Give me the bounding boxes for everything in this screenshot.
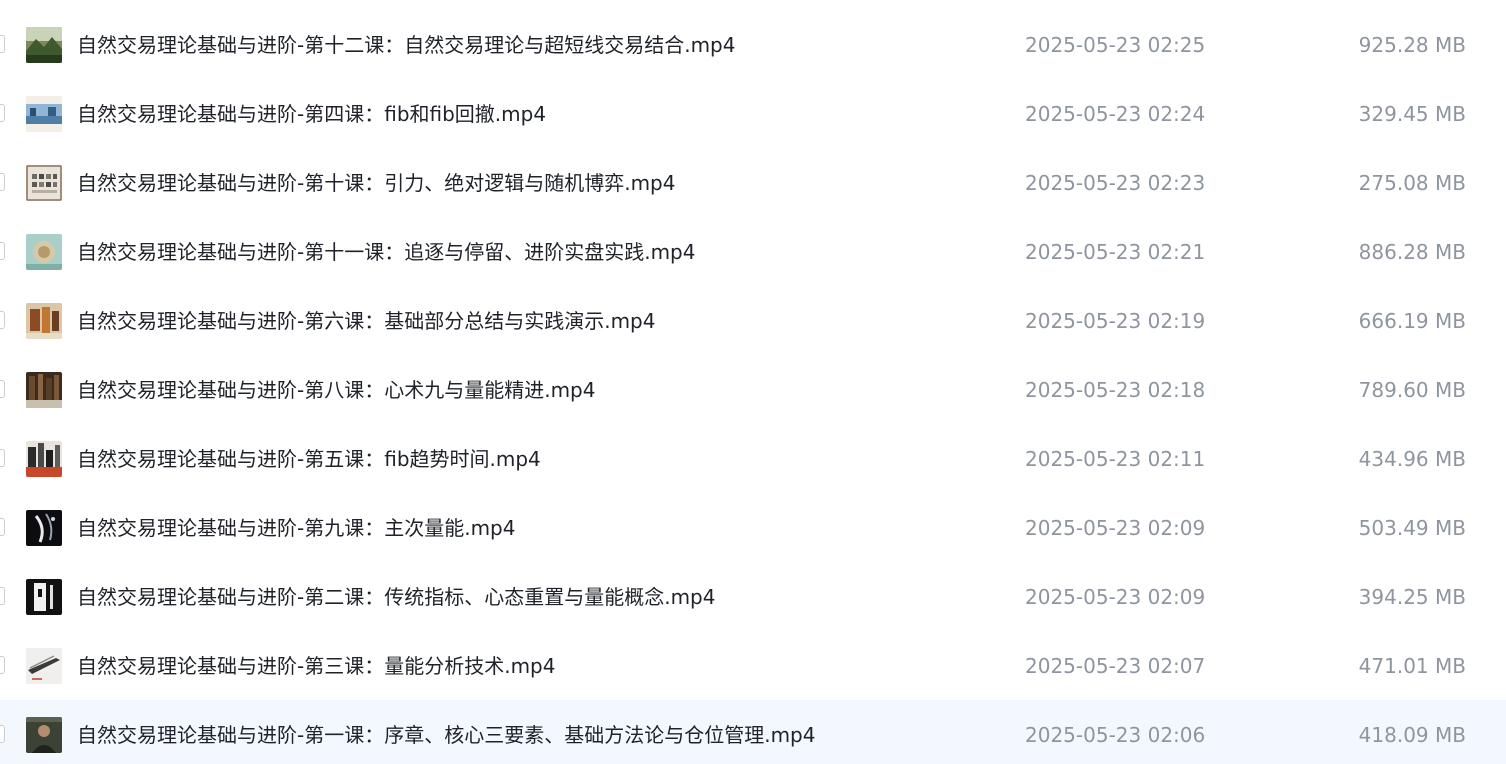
file-name[interactable]: 自然交易理论基础与进阶-第十二课：自然交易理论与超短线交易结合.mp4 [77,32,735,58]
file-row[interactable]: 自然交易理论基础与进阶-第二课：传统指标、心态重置与量能概念.mp4 2025-… [0,562,1506,631]
file-date: 2025-05-23 02:19 [1025,309,1206,333]
thumbnail-teal-icon [26,234,62,270]
file-name[interactable]: 自然交易理论基础与进阶-第九课：主次量能.mp4 [77,515,515,541]
file-row[interactable]: 自然交易理论基础与进阶-第六课：基础部分总结与实践演示.mp4 2025-05-… [0,286,1506,355]
file-size: 789.60 MB [1358,378,1466,402]
file-date: 2025-05-23 02:23 [1025,171,1206,195]
thumbnail-portrait-icon [26,717,62,753]
thumbnail-landscape-icon [26,27,62,63]
file-size: 925.28 MB [1358,33,1466,57]
file-date: 2025-05-23 02:07 [1025,654,1206,678]
file-size: 434.96 MB [1358,447,1466,471]
thumbnail-city-icon [26,441,62,477]
row-checkbox[interactable] [0,104,5,122]
file-row[interactable]: 自然交易理论基础与进阶-第九课：主次量能.mp4 2025-05-23 02:0… [0,493,1506,562]
file-size: 666.19 MB [1358,309,1466,333]
thumbnail-warm-icon [26,303,62,339]
row-checkbox[interactable] [0,35,5,53]
file-name[interactable]: 自然交易理论基础与进阶-第六课：基础部分总结与实践演示.mp4 [77,308,655,334]
thumbnail-dark-brown-icon [26,372,62,408]
file-row[interactable]: 自然交易理论基础与进阶-第八课：心术九与量能精进.mp4 2025-05-23 … [0,355,1506,424]
file-row[interactable]: 自然交易理论基础与进阶-第一课：序章、核心三要素、基础方法论与仓位管理.mp4 … [0,700,1506,764]
file-date: 2025-05-23 02:09 [1025,585,1206,609]
file-size: 503.49 MB [1358,516,1466,540]
file-size: 418.09 MB [1358,723,1466,747]
file-list: 自然交易理论基础与进阶-第十二课：自然交易理论与超短线交易结合.mp4 2025… [0,0,1506,764]
row-checkbox[interactable] [0,587,5,605]
row-checkbox[interactable] [0,518,5,536]
file-name[interactable]: 自然交易理论基础与进阶-第四课：fib和fib回撤.mp4 [77,101,546,127]
thumbnail-bridge-icon [26,648,62,684]
row-checkbox[interactable] [0,242,5,260]
file-date: 2025-05-23 02:06 [1025,723,1206,747]
file-size: 275.08 MB [1358,171,1466,195]
file-row[interactable]: 自然交易理论基础与进阶-第十一课：追逐与停留、进阶实盘实践.mp4 2025-0… [0,217,1506,286]
file-date: 2025-05-23 02:21 [1025,240,1206,264]
file-row[interactable]: 自然交易理论基础与进阶-第十课：引力、绝对逻辑与随机博弈.mp4 2025-05… [0,148,1506,217]
row-checkbox[interactable] [0,311,5,329]
file-name[interactable]: 自然交易理论基础与进阶-第十一课：追逐与停留、进阶实盘实践.mp4 [77,239,695,265]
row-checkbox[interactable] [0,656,5,674]
file-row[interactable]: 自然交易理论基础与进阶-第三课：量能分析技术.mp4 2025-05-23 02… [0,631,1506,700]
file-size: 329.45 MB [1358,102,1466,126]
thumbnail-night-icon [26,510,62,546]
file-name[interactable]: 自然交易理论基础与进阶-第一课：序章、核心三要素、基础方法论与仓位管理.mp4 [77,722,815,748]
file-size: 394.25 MB [1358,585,1466,609]
thumbnail-grid-icon [26,165,62,201]
row-checkbox[interactable] [0,380,5,398]
row-checkbox[interactable] [0,449,5,467]
row-checkbox[interactable] [0,725,5,743]
file-row[interactable]: 自然交易理论基础与进阶-第四课：fib和fib回撤.mp4 2025-05-23… [0,79,1506,148]
file-name[interactable]: 自然交易理论基础与进阶-第二课：传统指标、心态重置与量能概念.mp4 [77,584,715,610]
file-date: 2025-05-23 02:25 [1025,33,1206,57]
file-date: 2025-05-23 02:24 [1025,102,1206,126]
file-row[interactable]: 自然交易理论基础与进阶-第五课：fib趋势时间.mp4 2025-05-23 0… [0,424,1506,493]
file-name[interactable]: 自然交易理论基础与进阶-第五课：fib趋势时间.mp4 [77,446,541,472]
file-row[interactable]: 自然交易理论基础与进阶-第十二课：自然交易理论与超短线交易结合.mp4 2025… [0,10,1506,79]
file-size: 471.01 MB [1358,654,1466,678]
row-checkbox[interactable] [0,173,5,191]
file-date: 2025-05-23 02:11 [1025,447,1206,471]
file-name[interactable]: 自然交易理论基础与进阶-第十课：引力、绝对逻辑与随机博弈.mp4 [77,170,675,196]
thumbnail-bw-icon [26,579,62,615]
thumbnail-beach-icon [26,96,62,132]
file-date: 2025-05-23 02:09 [1025,516,1206,540]
file-name[interactable]: 自然交易理论基础与进阶-第三课：量能分析技术.mp4 [77,653,555,679]
file-size: 886.28 MB [1358,240,1466,264]
file-name[interactable]: 自然交易理论基础与进阶-第八课：心术九与量能精进.mp4 [77,377,595,403]
file-date: 2025-05-23 02:18 [1025,378,1206,402]
